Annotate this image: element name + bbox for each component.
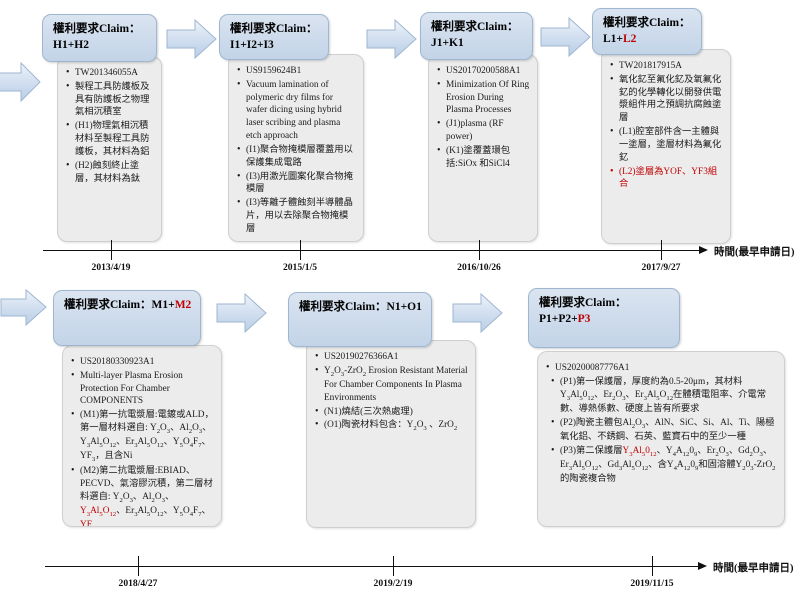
timeline-tick-label: 2015/1/5 bbox=[282, 262, 318, 273]
timeline-tick-label: 2013/4/19 bbox=[91, 262, 131, 273]
list-item: US9159624B1 bbox=[237, 64, 356, 78]
list-item: (J1)plasma (RF power) bbox=[437, 117, 530, 144]
list-item: (I1)聚合物掩模層覆蓋用以保護集成電路 bbox=[237, 143, 356, 170]
timeline-tick bbox=[111, 240, 112, 260]
list-item: Minimization Of Ring Erosion During Plas… bbox=[437, 78, 530, 117]
list-item: 氧化釔至氟化釔及氧氟化釔的化學轉化以開發供電漿組件用之預調抗腐蝕塗層 bbox=[610, 73, 723, 125]
timeline-tick-label: 2019/2/19 bbox=[373, 578, 413, 589]
claim-header-codes: L1+ bbox=[603, 32, 623, 45]
list-item: (P1)第一保護層，厚度約為0.5-20μm，其材料 Y3Al5012、Er2O… bbox=[546, 375, 777, 416]
list-item: (I3)等離子體蝕刻半導體晶片，用以去除聚合物掩模層 bbox=[237, 196, 356, 235]
claim-header-prefix: 權利要求Claim： bbox=[230, 23, 318, 35]
list-item: (K1)塗覆蓋環包括:SiOx 和SiCl4 bbox=[437, 144, 530, 171]
claim-header-l1l2[interactable]: 權利要求Claim： L1+L2 bbox=[592, 8, 702, 55]
claim-header-codes: I1+I2+I3 bbox=[230, 38, 274, 51]
claim-header-codes: J1+K1 bbox=[431, 36, 464, 49]
claim-header-highlight: L2 bbox=[622, 32, 637, 45]
list-item: (O1)陶瓷材料包含：Y2O3 、ZrO2 bbox=[315, 418, 468, 433]
timeline-axis-title-row2: 時間(最早申請日) bbox=[713, 563, 794, 574]
list-item: Y2O3-ZrO2 Erosion Resistant Material For… bbox=[315, 364, 468, 405]
claim-header-prefix: 權利要求Claim：M1+ bbox=[64, 299, 175, 311]
timeline-tick bbox=[138, 556, 139, 576]
list-item: (H2)蝕刻終止塗層，其材料為鈦 bbox=[66, 159, 154, 186]
timeline-axis-arrowhead-row2 bbox=[698, 562, 707, 570]
flow-arrow-incoming-row1 bbox=[0, 61, 41, 103]
list-item: (I3)用激光圖案化聚合物掩模層 bbox=[237, 170, 356, 197]
claim-header-i1i2i3[interactable]: 權利要求Claim： I1+I2+I3 bbox=[219, 14, 329, 60]
claim-bullet-list: US20190276366A1 Y2O3-ZrO2 Erosion Resist… bbox=[315, 350, 468, 434]
claim-body-i1i2i3[interactable]: US9159624B1 Vacuum lamination of polymer… bbox=[228, 54, 364, 242]
list-item: US20180330923A1 bbox=[71, 355, 214, 369]
timeline-tick-label: 2016/10/26 bbox=[457, 262, 501, 273]
list-item: (H1)物理氣相沉積材料至製程工具防護板，其材料為鋁 bbox=[66, 119, 154, 158]
claim-body-j1k1[interactable]: US20170200588A1 Minimization Of Ring Ero… bbox=[428, 54, 538, 242]
claim-header-prefix: 權利要求Claim：N1+O1 bbox=[299, 301, 422, 313]
claim-header-prefix: 權利要求Claim： bbox=[603, 17, 691, 29]
flow-arrow-i-to-j bbox=[366, 18, 417, 60]
list-item: US20170200588A1 bbox=[437, 64, 530, 78]
list-item: (M2)第二抗電漿層:EBIAD、PECVD、氣溶膠沉積，第二層材料選自: Y2… bbox=[71, 464, 214, 526]
list-item: (L2)塗層為YOF、YF3組合 bbox=[610, 165, 723, 192]
claim-header-prefix: 權利要求Claim： bbox=[431, 21, 519, 33]
timeline-diagram: 權利要求Claim： H1+H2 TW201346055A 製程工具防護板及具有… bbox=[0, 0, 797, 593]
timeline-tick-label: 2019/11/15 bbox=[630, 578, 674, 589]
timeline-axis-row1 bbox=[43, 250, 701, 251]
claim-body-n1o1[interactable]: US20190276366A1 Y2O3-ZrO2 Erosion Resist… bbox=[306, 340, 476, 528]
list-item: (N1)燒結(三次熱處理) bbox=[315, 405, 468, 419]
list-item: Multi-layer Plasma Erosion Protection Fo… bbox=[71, 369, 214, 408]
flow-arrow-j-to-l bbox=[540, 16, 591, 58]
claim-bullet-list: US9159624B1 Vacuum lamination of polymer… bbox=[237, 64, 356, 236]
claim-header-m1m2[interactable]: 權利要求Claim：M1+M2 bbox=[53, 290, 201, 346]
timeline-axis-title-row1: 時間(最早申請日) bbox=[714, 247, 795, 258]
claim-header-highlight: M2 bbox=[174, 299, 192, 311]
list-item: (P2)陶瓷主體包Al2O3、AlN、SiC、Si、Al、Ti、陽極氧化鋁、不銹… bbox=[546, 416, 777, 444]
claim-header-n1o1[interactable]: 權利要求Claim：N1+O1 bbox=[288, 292, 432, 347]
flow-arrow-incoming-row2 bbox=[0, 288, 47, 327]
claim-body-p1p2p3[interactable]: US20200087776A1 (P1)第一保護層，厚度約為0.5-20μm，其… bbox=[537, 351, 785, 527]
claim-header-h1h2[interactable]: 權利要求Claim： H1+H2 bbox=[42, 14, 157, 62]
timeline-tick-label: 2017/9/27 bbox=[641, 262, 681, 273]
timeline-tick bbox=[479, 240, 480, 260]
list-item: (M1)第一抗電漿層:電鍍或ALD，第一層材料選自: Y2O3、Al2O3、Y3… bbox=[71, 408, 214, 464]
list-item: (P3)第二保護層Y3Al5012、Y4A1209、Er2O3、Gd2O3、Er… bbox=[546, 444, 777, 486]
timeline-tick bbox=[652, 556, 653, 576]
list-item: (L1)腔室部件含一主體與一塗層，塗層材料為氟化釔 bbox=[610, 125, 723, 164]
timeline-tick bbox=[393, 556, 394, 576]
claim-body-h1h2[interactable]: TW201346055A 製程工具防護板及具有防護板之物理氣相沉積室 (H1)物… bbox=[57, 56, 162, 242]
timeline-tick-label: 2018/4/27 bbox=[118, 578, 158, 589]
claim-header-j1k1[interactable]: 權利要求Claim： J1+K1 bbox=[420, 12, 533, 60]
list-item: TW201817915A bbox=[610, 59, 723, 73]
timeline-axis-arrowhead-row1 bbox=[699, 246, 708, 254]
claim-bullet-list: US20180330923A1 Multi-layer Plasma Erosi… bbox=[71, 355, 214, 526]
claim-bullet-list: TW201346055A 製程工具防護板及具有防護板之物理氣相沉積室 (H1)物… bbox=[66, 66, 154, 186]
claim-bullet-list: US20200087776A1 (P1)第一保護層，厚度約為0.5-20μm，其… bbox=[546, 361, 777, 486]
timeline-tick bbox=[661, 240, 662, 260]
flow-arrow-h-to-i bbox=[166, 18, 217, 60]
list-item: US20190276366A1 bbox=[315, 350, 468, 364]
list-item: 製程工具防護板及具有防護板之物理氣相沉積室 bbox=[66, 80, 154, 119]
claim-header-prefix: 權利要求Claim： bbox=[53, 23, 141, 35]
list-item: US20200087776A1 bbox=[546, 361, 777, 375]
timeline-tick bbox=[300, 240, 301, 260]
claim-bullet-list: TW201817915A 氧化釔至氟化釔及氧氟化釔的化學轉化以開發供電漿組件用之… bbox=[610, 59, 723, 192]
flow-arrow-n-to-p bbox=[452, 292, 503, 334]
flow-arrow-m-to-n bbox=[216, 292, 267, 334]
claim-header-codes: H1+H2 bbox=[53, 38, 89, 51]
claim-header-p1p2p3[interactable]: 權利要求Claim：P1+P2+P3 bbox=[528, 288, 680, 348]
list-item: Vacuum lamination of polymeric dry films… bbox=[237, 78, 356, 143]
claim-bullet-list: US20170200588A1 Minimization Of Ring Ero… bbox=[437, 64, 530, 171]
claim-body-m1m2[interactable]: US20180330923A1 Multi-layer Plasma Erosi… bbox=[62, 345, 222, 527]
claim-body-l1l2[interactable]: TW201817915A 氧化釔至氟化釔及氧氟化釔的化學轉化以開發供電漿組件用之… bbox=[601, 49, 731, 244]
claim-header-highlight: P3 bbox=[577, 312, 591, 325]
list-item: TW201346055A bbox=[66, 66, 154, 80]
timeline-axis-row2 bbox=[45, 566, 700, 567]
